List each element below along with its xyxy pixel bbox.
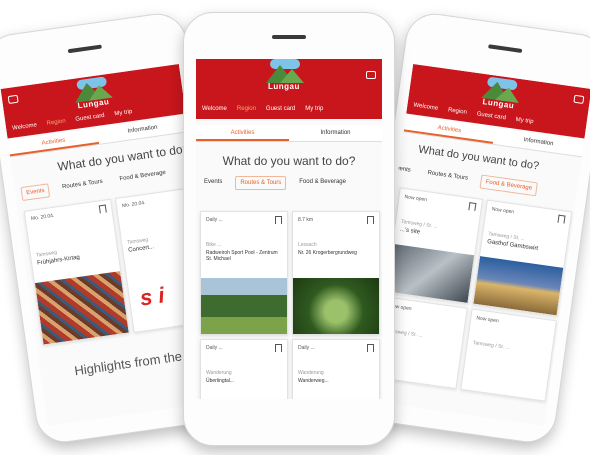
nav-region[interactable]: Region xyxy=(448,107,468,116)
chip-food[interactable]: Food & Beverage xyxy=(115,166,171,187)
nav-guest-card[interactable]: Guest card xyxy=(75,113,105,123)
card-title: Wanderweg... xyxy=(298,378,329,384)
bookmark-icon[interactable] xyxy=(468,202,477,212)
forest-landscape-image xyxy=(201,278,287,334)
card-location: Bike ... xyxy=(206,242,222,248)
event-card[interactable]: Mo. 20.04. Tamsweg Frühjahrs-Kirtag xyxy=(23,198,130,346)
card-date: Mo. 20.04. xyxy=(121,199,146,210)
center-phone: Lungau Welcome Region Guest card My trip… xyxy=(183,12,395,446)
card-title: Radweiroh Sport Pool - Zentrum St. Micha… xyxy=(206,250,278,262)
tab-bar: Activities Information xyxy=(196,125,382,142)
nav-guest-card[interactable]: Guest card xyxy=(266,106,295,112)
nav-guest-card[interactable]: Guest card xyxy=(476,111,506,121)
nav-welcome[interactable]: Welcome xyxy=(413,102,438,111)
route-card[interactable]: Daily ... Wanderung Überlingtal... xyxy=(200,339,288,399)
nav-my-trip[interactable]: My trip xyxy=(114,109,133,117)
card-title: Nr. 26 Krogerbergrundweg xyxy=(298,250,357,256)
chip-food[interactable]: Food & Beverage xyxy=(479,174,538,197)
food-card[interactable]: Now open Tamsweg / St. ... Gasthof Gambs… xyxy=(472,199,573,317)
card-date: Now open xyxy=(475,315,500,325)
chip-routes[interactable]: Routes & Tours xyxy=(235,176,287,190)
nav-welcome[interactable]: Welcome xyxy=(202,106,227,112)
chat-icon[interactable] xyxy=(366,71,376,79)
nav-welcome[interactable]: Welcome xyxy=(12,122,37,131)
nav-my-trip[interactable]: My trip xyxy=(305,106,323,112)
card-location: Tamsweg / St. ... xyxy=(472,340,510,352)
hotel-image xyxy=(473,256,564,316)
food-card[interactable]: Now open Tamsweg / St. ... ...'s site xyxy=(385,187,484,304)
card-date: Now open xyxy=(491,206,515,216)
carpet-image xyxy=(34,271,129,345)
phone-speaker xyxy=(67,44,102,54)
card-meta: 8.7 km xyxy=(298,217,314,223)
category-chips: Events Routes & Tours Food & Beverage xyxy=(200,176,382,190)
bookmark-icon[interactable] xyxy=(98,204,107,214)
card-location: Wanderung xyxy=(206,370,232,376)
bookmark-icon[interactable] xyxy=(557,214,566,224)
forest-path-image xyxy=(293,278,379,334)
bookmark-icon[interactable] xyxy=(367,344,374,352)
bookmark-icon[interactable] xyxy=(275,344,282,352)
bookmark-icon[interactable] xyxy=(275,216,282,224)
page-heading: What do you want to do? xyxy=(222,154,356,168)
nav-region[interactable]: Region xyxy=(46,118,66,127)
phone-speaker xyxy=(272,35,306,39)
food-card[interactable]: Now open Tamsweg / St. ... xyxy=(460,308,557,402)
card-location: Wanderung xyxy=(298,370,324,376)
chat-icon[interactable] xyxy=(7,94,19,105)
tab-activities[interactable]: Activities xyxy=(196,125,289,141)
chat-icon[interactable] xyxy=(573,94,585,105)
route-card[interactable]: Daily ... Wanderung Wanderweg... xyxy=(292,339,380,399)
phone-speaker xyxy=(488,44,523,53)
bookmark-icon[interactable] xyxy=(367,216,374,224)
chip-routes[interactable]: Routes & Tours xyxy=(57,175,107,196)
app-logo: Lungau xyxy=(72,75,116,110)
card-date: Mo. 20.04. xyxy=(30,212,55,223)
app-logo: Lungau xyxy=(266,59,310,91)
chip-events[interactable]: Events xyxy=(20,183,51,202)
right-screen: Lungau Welcome Region Guest card My trip… xyxy=(365,63,590,426)
card-meta: Daily ... xyxy=(206,217,223,223)
chip-events[interactable]: Events xyxy=(200,176,226,190)
center-screen: Lungau Welcome Region Guest card My trip… xyxy=(196,59,382,399)
card-title: Überlingtal... xyxy=(206,378,235,384)
app-header: Lungau Welcome Region Guest card My trip xyxy=(196,59,382,119)
tab-information[interactable]: Information xyxy=(289,125,382,141)
nav-region[interactable]: Region xyxy=(237,106,256,112)
main-nav: Welcome Region Guest card My trip xyxy=(196,106,382,112)
nav-my-trip[interactable]: My trip xyxy=(515,117,534,125)
card-meta: Daily ... xyxy=(298,345,315,351)
interior-image xyxy=(386,243,475,303)
route-card[interactable]: 8.7 km Lessach Nr. 26 Krogerbergrundweg xyxy=(292,211,380,335)
chip-food[interactable]: Food & Beverage xyxy=(295,176,350,190)
card-meta: Daily ... xyxy=(206,345,223,351)
card-location: Lessach xyxy=(298,242,317,248)
route-card[interactable]: Daily ... Bike ... Radweiroh Sport Pool … xyxy=(200,211,288,335)
app-logo: Lungau xyxy=(480,76,524,111)
card-date: Now open xyxy=(404,194,428,204)
chip-routes[interactable]: Routes & Tours xyxy=(422,167,472,188)
